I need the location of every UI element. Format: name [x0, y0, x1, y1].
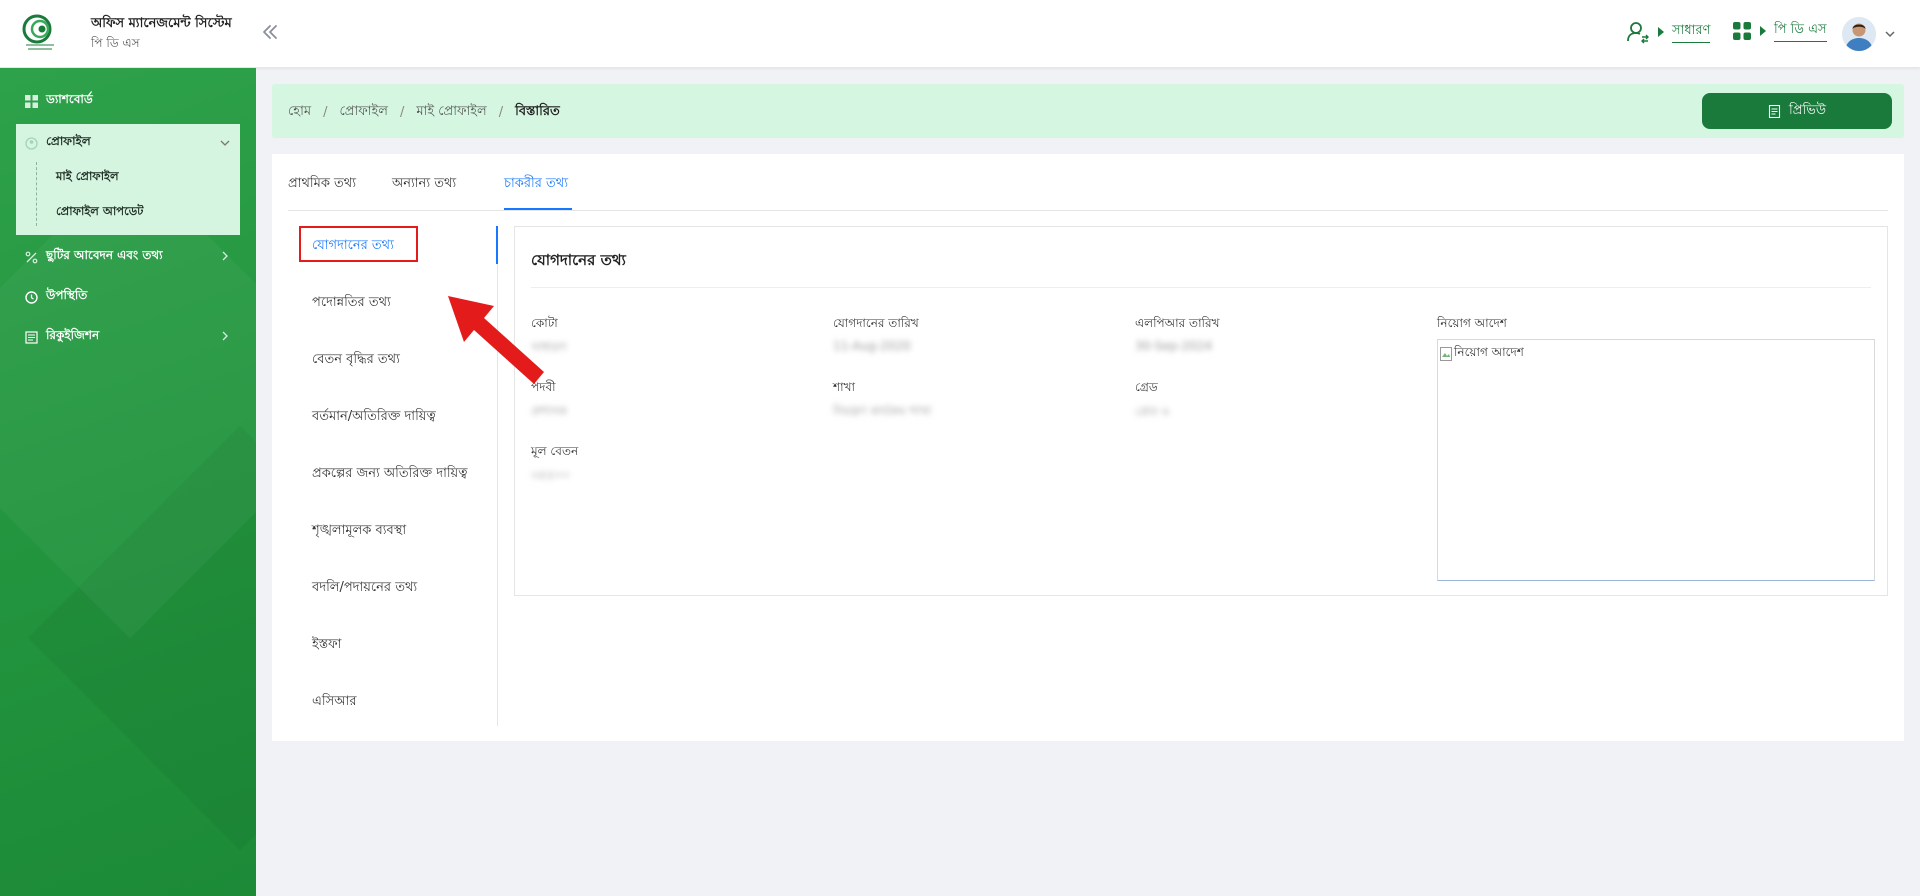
appointment-order-image[interactable]: নিয়োগ আদেশ: [1437, 339, 1875, 581]
preview-button[interactable]: প্রিভিউ: [1702, 93, 1892, 129]
tab-other-info[interactable]: অন্যান্য তথ্য: [392, 174, 456, 195]
active-tab-indicator: [504, 208, 572, 210]
sidebar-subitem-my-profile[interactable]: মাই প্রোফাইল: [56, 168, 119, 187]
app-subtitle: পি ডি এস: [91, 36, 140, 50]
document-icon: [1768, 104, 1781, 118]
breadcrumb-profile[interactable]: প্রোফাইল: [339, 102, 387, 123]
joining-date-value: 11-Aug-2020: [833, 339, 911, 353]
chevron-right-icon: [222, 331, 228, 341]
subnav-resignation[interactable]: ইস্তফা: [312, 635, 341, 656]
role-switcher[interactable]: সাধারণ: [1626, 20, 1711, 44]
top-header: অফিস ম্যানেজমেন্ট সিস্টেম পি ডি এস সাধার…: [0, 0, 1920, 68]
branch-label: শাখা: [833, 380, 855, 394]
breadcrumb-my-profile[interactable]: মাই প্রোফাইল: [416, 102, 486, 123]
joining-info-panel: যোগদানের তথ্য কোটা সাধারণ যোগদানের তারিখ…: [514, 226, 1888, 596]
chevron-down-icon[interactable]: [1884, 28, 1896, 40]
app-title: অফিস ম্যানেজমেন্ট সিস্টেম: [91, 16, 232, 31]
appointment-order-alt-text: নিয়োগ আদেশ: [1454, 345, 1524, 359]
apps-grid-icon: [1733, 22, 1751, 40]
joining-date-label: যোগদানের তারিখ: [833, 316, 919, 330]
sidebar: ড্যাশবোর্ড প্রোফাইল মাই প্রোফাইল প্রোফাই…: [0, 68, 256, 896]
app-link[interactable]: পি ডি এস: [1774, 20, 1827, 42]
sidebar-item-requisition[interactable]: রিকুইজিশন: [16, 320, 240, 354]
basic-salary-value: ৩৫৫০০: [531, 468, 570, 482]
lpr-date-label: এলপিআর তারিখ: [1135, 316, 1220, 330]
app-switcher[interactable]: পি ডি এস: [1732, 20, 1827, 42]
basic-salary-label: মূল বেতন: [531, 444, 579, 458]
user-circle-icon: [24, 136, 38, 150]
subnav-project-duty[interactable]: প্রকল্পের জন্য অতিরিক্ত দায়িত্ব: [312, 464, 467, 485]
role-link[interactable]: সাধারণ: [1672, 21, 1711, 43]
sidebar-item-leave[interactable]: ছুটির আবেদন এবং তথ্য: [16, 240, 240, 274]
tab-bar: প্রাথমিক তথ্য অন্যান্য তথ্য চাকরীর তথ্য: [288, 154, 1888, 211]
active-subnav-indicator: [496, 226, 498, 264]
panel-title: যোগদানের তথ্য: [531, 251, 626, 269]
lpr-date-value: 30-Sep-2024: [1135, 339, 1213, 353]
logo-icon: [22, 14, 54, 50]
subnav-joining-info[interactable]: যোগদানের তথ্য: [312, 236, 394, 257]
content-card: প্রাথমিক তথ্য অন্যান্য তথ্য চাকরীর তথ্য …: [272, 154, 1904, 741]
red-arrow-annotation: [448, 296, 544, 384]
breadcrumb: হোম / প্রোফাইল / মাই প্রোফাইল / বিস্তারি…: [288, 102, 560, 123]
user-switch-icon: [1627, 22, 1649, 44]
breadcrumb-current: বিস্তারিত: [515, 104, 560, 119]
broken-image-icon: [1440, 347, 1452, 361]
sidebar-subitem-profile-update[interactable]: প্রোফাইল আপডেট: [56, 203, 143, 222]
document-list-icon: [24, 330, 38, 344]
tab-basic-info[interactable]: প্রাথমিক তথ্য: [288, 174, 356, 195]
chevron-right-icon: [222, 251, 228, 261]
sidebar-profile-group: প্রোফাইল মাই প্রোফাইল প্রোফাইল আপডেট: [16, 124, 240, 235]
sidebar-item-label: উপস্থিতি: [46, 288, 88, 302]
grade-label: গ্রেড: [1135, 380, 1158, 394]
branch-value: নিয়ন্ত্রণ কার্যক্রম শাখা: [833, 404, 932, 418]
designation-value: প্রশাসক: [531, 404, 567, 418]
sidebar-item-label: রিকুইজিশন: [46, 328, 100, 342]
caret-right-icon: [1658, 27, 1664, 37]
subnav-transfer-info[interactable]: বদলি/পদায়নের তথ্য: [312, 578, 417, 599]
percent-icon: [24, 250, 38, 264]
sidebar-item-dashboard[interactable]: ড্যাশবোর্ড: [16, 84, 240, 118]
grid-icon: [24, 94, 38, 108]
sidebar-item-label: ড্যাশবোর্ড: [46, 92, 93, 106]
chevron-down-icon: [220, 140, 230, 146]
avatar-image-icon: [1842, 17, 1876, 51]
sidebar-item-attendance[interactable]: উপস্থিতি: [16, 280, 240, 314]
breadcrumb-home[interactable]: হোম: [288, 102, 311, 123]
subnav-acr[interactable]: এসিআর: [312, 692, 357, 713]
sidebar-item-label: প্রোফাইল: [46, 134, 91, 148]
subnav-increment-info[interactable]: বেতন বৃদ্ধির তথ্য: [312, 350, 400, 371]
subnav-additional-duty[interactable]: বর্তমান/অতিরিক্ত দায়িত্ব: [312, 407, 436, 428]
sidebar-item-profile[interactable]: প্রোফাইল: [16, 126, 240, 160]
grade-value: গ্রেড ৬: [1135, 404, 1170, 418]
subnav-promotion-info[interactable]: পদোন্নতির তথ্য: [312, 293, 391, 314]
user-avatar[interactable]: [1842, 17, 1876, 51]
breadcrumb-bar: হোম / প্রোফাইল / মাই প্রোফাইল / বিস্তারি…: [272, 84, 1904, 138]
subnav-disciplinary-action[interactable]: শৃঙ্খলামূলক ব্যবস্থা: [312, 521, 406, 542]
caret-right-icon: [1760, 26, 1766, 36]
preview-button-label: প্রিভিউ: [1789, 102, 1826, 118]
clock-icon: [24, 290, 38, 304]
tab-job-info[interactable]: চাকরীর তথ্য: [504, 174, 568, 195]
appointment-order-label: নিয়োগ আদেশ: [1437, 316, 1507, 330]
sidebar-item-label: ছুটির আবেদন এবং তথ্য: [46, 248, 163, 262]
collapse-sidebar-icon[interactable]: [258, 20, 282, 44]
